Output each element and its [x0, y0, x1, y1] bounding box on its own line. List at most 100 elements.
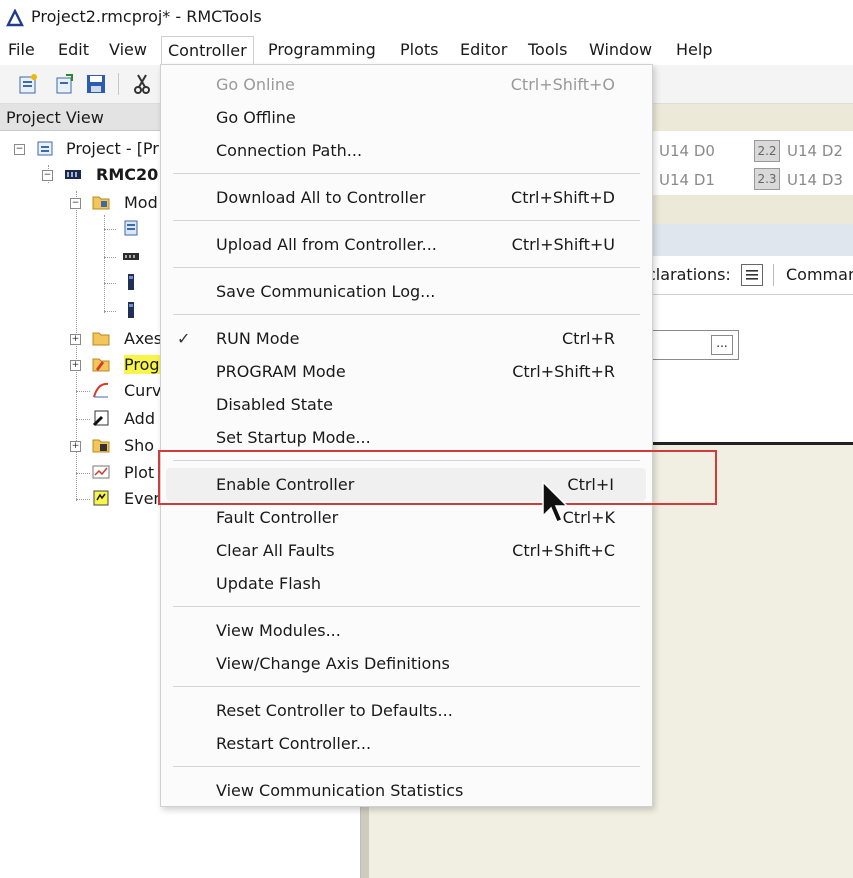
menu-item-view-change-axis-definitions[interactable]: View/Change Axis Definitions — [161, 647, 652, 680]
menu-item-view-communication-statistics[interactable]: View Communication Statistics — [161, 774, 652, 807]
menu-item-label: Save Communication Log... — [216, 282, 436, 301]
expand-icon[interactable]: + — [70, 441, 81, 452]
tree-connector — [76, 391, 90, 392]
highlight-annotation — [158, 450, 717, 505]
declarations-label: clarations: — [647, 265, 731, 284]
module-icon[interactable] — [122, 273, 140, 291]
controller-menu: Go Online Ctrl+Shift+O Go Offline Connectio… — [160, 64, 653, 807]
io-indicator: 2.2 — [754, 140, 780, 162]
cut-icon[interactable] — [130, 72, 154, 96]
menu-item-label: Disabled State — [216, 395, 333, 414]
menu-item-go-offline[interactable]: Go Offline — [161, 101, 652, 134]
folder-icon — [92, 196, 110, 210]
command-bar-separator — [773, 264, 774, 286]
menu-view[interactable]: View — [109, 40, 147, 59]
menu-separator — [173, 314, 640, 315]
plot-icon — [92, 465, 110, 479]
save-icon[interactable] — [84, 72, 108, 96]
new-project-icon[interactable] — [16, 72, 40, 96]
open-project-icon[interactable] — [52, 72, 76, 96]
menu-item-save-communication-log[interactable]: Save Communication Log... — [161, 275, 652, 308]
menu-window[interactable]: Window — [589, 40, 652, 59]
tree-label: Axes — [124, 329, 163, 348]
menu-item-shortcut: Ctrl+Shift+D — [511, 188, 615, 207]
menu-item-label: View Modules... — [216, 621, 341, 640]
menu-help[interactable]: Help — [676, 40, 712, 59]
io-status-u14d3: U14 D3 — [787, 171, 843, 189]
browse-button[interactable]: ... — [711, 335, 733, 355]
folder-icon — [92, 439, 110, 453]
tree-label: Curv — [124, 381, 162, 400]
module-icon[interactable] — [122, 247, 140, 265]
menu-item-label: Go Offline — [216, 108, 296, 127]
tree-label: Sho — [124, 436, 155, 455]
list-icon — [746, 270, 758, 280]
menu-item-restart-controller[interactable]: Restart Controller... — [161, 727, 652, 760]
menu-item-run-mode[interactable]: ✓ RUN Mode Ctrl+R — [161, 322, 652, 355]
menu-item-label: Restart Controller... — [216, 734, 372, 753]
menu-tools[interactable]: Tools — [528, 40, 567, 59]
tree-connector — [76, 499, 90, 500]
menu-editor[interactable]: Editor — [460, 40, 507, 59]
menu-item-upload-all-from-controller[interactable]: Upload All from Controller... Ctrl+Shift+… — [161, 228, 652, 261]
menu-item-shortcut: Ctrl+Shift+R — [512, 362, 615, 381]
menu-item-disabled-state[interactable]: Disabled State — [161, 388, 652, 421]
window-title: Project2.rmcproj* - RMCTools — [31, 7, 262, 26]
io-indicator: 2.3 — [754, 168, 780, 190]
checkmark-icon: ✓ — [177, 329, 191, 348]
menu-item-clear-all-faults[interactable]: Clear All Faults Ctrl+Shift+C — [161, 534, 652, 567]
collapse-icon[interactable]: − — [70, 198, 81, 209]
menu-item-update-flash[interactable]: Update Flash — [161, 567, 652, 600]
menu-file[interactable]: File — [8, 40, 35, 59]
tree-connector — [104, 257, 116, 258]
menu-item-reset-controller-to-defaults[interactable]: Reset Controller to Defaults... — [161, 694, 652, 727]
menu-item-label: Upload All from Controller... — [216, 235, 437, 254]
controller-icon — [65, 170, 81, 179]
commands-label[interactable]: Comman — [786, 265, 853, 284]
menu-separator — [173, 173, 640, 174]
rmctools-app-icon[interactable] — [6, 9, 24, 27]
menu-item-label: Connection Path... — [216, 141, 363, 160]
project-view-title: Project View — [6, 108, 104, 127]
menu-separator — [173, 766, 640, 767]
menu-separator — [173, 220, 640, 221]
io-status-u14d2: U14 D2 — [787, 142, 843, 160]
menu-item-fault-controller[interactable]: Fault Controller Ctrl+K — [161, 501, 652, 534]
program-folder-icon — [92, 358, 110, 372]
menu-item-label: PROGRAM Mode — [216, 362, 346, 381]
menu-item-label: Update Flash — [216, 574, 321, 593]
mouse-cursor-icon — [542, 480, 569, 523]
tree-label: Prog — [124, 355, 160, 374]
menu-programming[interactable]: Programming — [268, 40, 376, 59]
module-icon[interactable] — [122, 301, 140, 319]
menu-item-go-online: Go Online Ctrl+Shift+O — [161, 68, 652, 101]
menu-separator — [173, 606, 640, 607]
menu-item-program-mode[interactable]: PROGRAM Mode Ctrl+Shift+R — [161, 355, 652, 388]
tree-label: Mod — [124, 193, 158, 212]
menu-item-label: Fault Controller — [216, 508, 339, 527]
menu-item-label: Set Startup Mode... — [216, 428, 371, 447]
menu-plots[interactable]: Plots — [400, 40, 439, 59]
menu-item-connection-path[interactable]: Connection Path... — [161, 134, 652, 167]
menu-item-view-modules[interactable]: View Modules... — [161, 614, 652, 647]
menu-item-shortcut: Ctrl+Shift+O — [510, 75, 615, 94]
event-icon — [93, 490, 109, 506]
menu-item-label: Clear All Faults — [216, 541, 335, 560]
collapse-icon[interactable]: − — [42, 170, 53, 181]
menu-separator — [173, 686, 640, 687]
module-icon[interactable] — [122, 219, 140, 237]
menu-edit[interactable]: Edit — [58, 40, 89, 59]
menu-separator — [173, 267, 640, 268]
declarations-icon[interactable] — [741, 264, 763, 286]
menu-item-label: Go Online — [216, 75, 295, 94]
menu-item-shortcut: Ctrl+Shift+C — [512, 541, 615, 560]
tree-label: Plot — [124, 463, 155, 482]
collapse-icon[interactable]: − — [14, 144, 25, 155]
expand-icon[interactable]: + — [70, 360, 81, 371]
menu-item-download-all-to-controller[interactable]: Download All to Controller Ctrl+Shift+D — [161, 181, 652, 214]
expand-icon[interactable]: + — [70, 334, 81, 345]
menu-item-shortcut: Ctrl+K — [562, 508, 615, 527]
project-icon — [37, 141, 53, 156]
tree-label: Add — [124, 409, 155, 428]
menu-controller[interactable]: Controller — [161, 36, 254, 65]
